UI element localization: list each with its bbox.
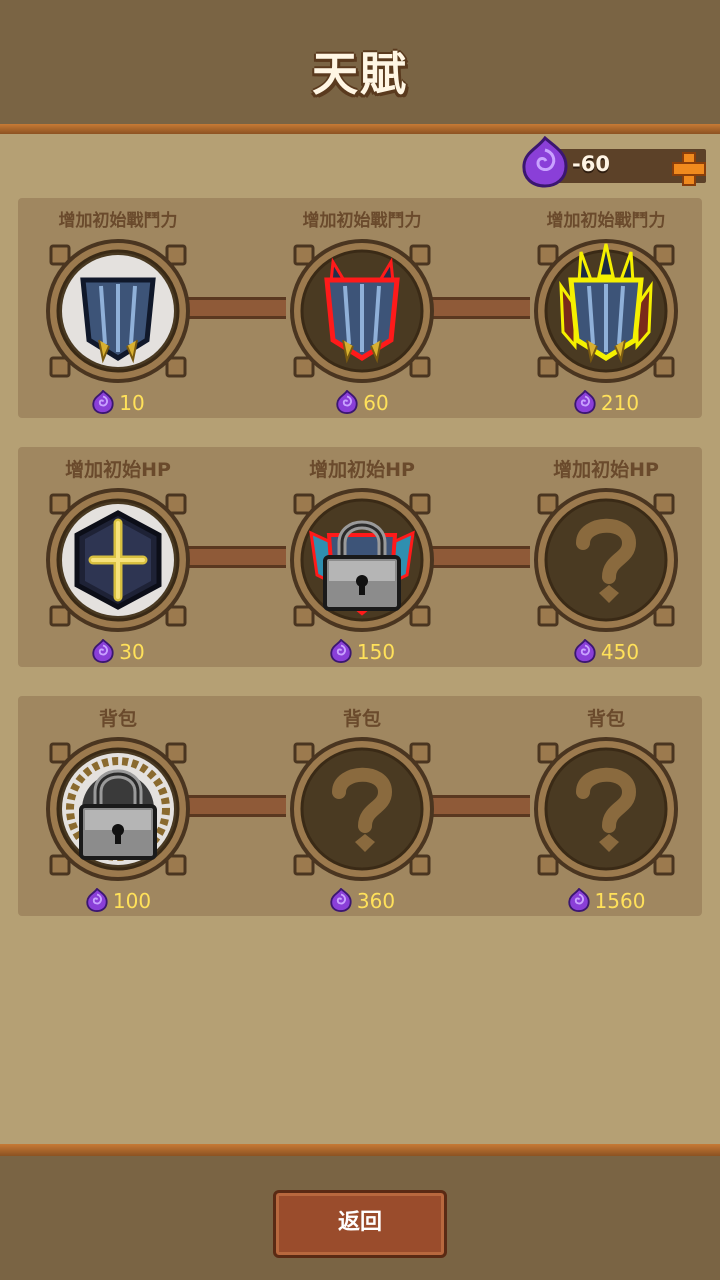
top-bar: 天賦 — [0, 0, 720, 124]
purple-gem-icon — [86, 887, 108, 913]
page-title: 天賦 — [312, 47, 408, 101]
talent-frame[interactable] — [287, 734, 437, 884]
talent-label: 增加初始HP — [309, 459, 415, 481]
talent-cost: 1560 — [531, 887, 681, 913]
talent-node[interactable]: 增加初始戰鬥力 210 — [531, 198, 681, 418]
talent-label: 增加初始HP — [553, 459, 659, 481]
purple-gem-icon — [330, 887, 352, 913]
talent-frame[interactable] — [43, 236, 193, 386]
purple-gem-icon — [522, 136, 568, 188]
talent-cost-value: 100 — [112, 889, 152, 913]
talent-label: 增加初始戰鬥力 — [546, 211, 666, 231]
talent-frame[interactable] — [287, 485, 437, 635]
currency-display: -60 — [520, 136, 706, 188]
talent-frame[interactable] — [43, 734, 193, 884]
talent-frame[interactable] — [531, 734, 681, 884]
talent-label: 增加初始戰鬥力 — [58, 211, 178, 231]
talent-node[interactable]: 背包 360 — [287, 696, 437, 916]
talent-cost: 210 — [531, 389, 681, 415]
talent-label: 背包 — [98, 708, 137, 730]
talent-cost: 150 — [287, 638, 437, 664]
talent-cost: 30 — [43, 638, 193, 664]
talent-cost-value: 450 — [600, 640, 640, 664]
talent-row: 背包 100 背包 360 背包 1560 — [18, 696, 702, 916]
talent-connector — [188, 546, 286, 568]
top-bar-divider — [0, 124, 720, 134]
cross-shield-icon — [74, 510, 162, 610]
talent-node[interactable]: 背包 1560 — [531, 696, 681, 916]
back-button[interactable]: 返回 — [273, 1190, 447, 1258]
talent-frame[interactable] — [43, 485, 193, 635]
talent-node[interactable]: 增加初始戰鬥力 10 — [43, 198, 193, 418]
talent-connector — [432, 546, 530, 568]
talent-cost-value: 10 — [119, 391, 145, 415]
talent-connector — [188, 795, 286, 817]
bottom-bar-divider — [0, 1144, 720, 1156]
talent-cost-value: 150 — [356, 640, 396, 664]
talent-label: 背包 — [342, 708, 381, 730]
purple-gem-icon — [92, 638, 114, 664]
purple-gem-icon — [92, 389, 114, 415]
talent-cost-value: 60 — [363, 391, 389, 415]
talent-connector — [432, 795, 530, 817]
talent-row: 增加初始戰鬥力 10 增加初始戰鬥力 60 增加初始戰鬥力 210 — [18, 198, 702, 418]
talent-frame[interactable] — [531, 485, 681, 635]
talent-label: 增加初始戰鬥力 — [302, 211, 422, 231]
talent-cost-value: 30 — [119, 640, 145, 664]
purple-gem-icon — [574, 389, 596, 415]
talent-node[interactable]: 增加初始HP 450 — [531, 447, 681, 667]
purple-gem-icon — [330, 638, 352, 664]
currency-amount: -60 — [572, 152, 610, 176]
talent-connector — [188, 297, 286, 319]
purple-gem-icon — [567, 887, 590, 913]
talent-cost-value: 360 — [356, 889, 396, 913]
talent-cost: 360 — [287, 887, 437, 913]
talent-cost-value: 210 — [600, 391, 640, 415]
talent-row: 增加初始HP 30 增加初始HP 150 增加初始HP 450 — [18, 447, 702, 667]
talent-cost: 450 — [531, 638, 681, 664]
talent-cost: 100 — [43, 887, 193, 913]
plus-icon[interactable] — [672, 152, 706, 186]
talent-frame[interactable] — [287, 236, 437, 386]
talent-frame[interactable] — [531, 236, 681, 386]
talent-cost: 10 — [43, 389, 193, 415]
talent-label: 背包 — [586, 708, 625, 730]
talent-node[interactable]: 背包 100 — [43, 696, 193, 916]
talent-node[interactable]: 增加初始HP 150 — [287, 447, 437, 667]
talent-connector — [432, 297, 530, 319]
talent-node[interactable]: 增加初始HP 30 — [43, 447, 193, 667]
purple-gem-icon — [574, 638, 596, 664]
talent-label: 增加初始HP — [65, 459, 171, 481]
talent-cost-value: 1560 — [594, 889, 646, 913]
talent-node[interactable]: 增加初始戰鬥力 60 — [287, 198, 437, 418]
talent-cost: 60 — [287, 389, 437, 415]
purple-gem-icon — [336, 389, 358, 415]
